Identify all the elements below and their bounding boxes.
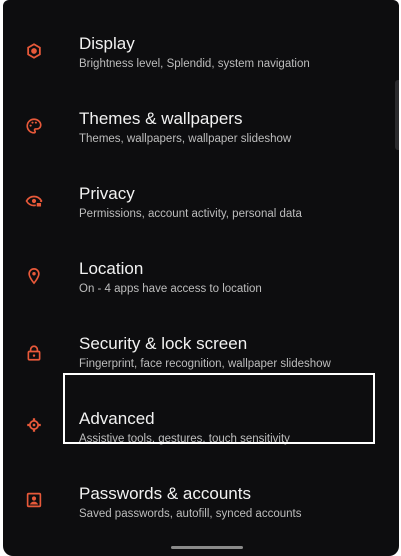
settings-item-title: Privacy [79,184,135,203]
lock-icon [24,343,44,363]
settings-item-display[interactable]: Display Brightness level, Splendid, syst… [3,33,399,108]
palette-icon [24,116,44,136]
location-pin-icon [24,266,44,286]
settings-item-advanced[interactable]: Advanced Assistive tools, gestures, touc… [3,408,399,483]
edge-scroll-tab[interactable] [395,80,399,150]
display-gear-icon [24,41,44,61]
settings-item-security-lock-screen[interactable]: Security & lock screen Fingerprint, face… [3,333,399,408]
settings-item-subtitle: Permissions, account activity, personal … [79,208,302,220]
settings-item-title: Security & lock screen [79,334,248,353]
settings-item-title: Passwords & accounts [79,484,251,503]
gear-icon [24,415,44,435]
settings-item-location[interactable]: Location On - 4 apps have access to loca… [3,258,399,333]
settings-item-subtitle: Assistive tools, gestures, touch sensiti… [79,433,290,445]
settings-item-subtitle: Saved passwords, autofill, synced accoun… [79,508,302,520]
settings-item-title: Themes & wallpapers [79,109,243,128]
settings-item-themes-wallpapers[interactable]: Themes & wallpapers Themes, wallpapers, … [3,108,399,183]
settings-item-privacy[interactable]: Privacy Permissions, account activity, p… [3,183,399,258]
settings-item-subtitle: On - 4 apps have access to location [79,283,262,295]
eye-lock-icon [24,191,44,211]
settings-item-title: Display [79,34,135,53]
settings-item-subtitle: Brightness level, Splendid, system navig… [79,58,310,70]
settings-item-subtitle: Fingerprint, face recognition, wallpaper… [79,358,331,370]
gesture-home-bar[interactable] [171,546,243,549]
settings-item-title: Advanced [79,409,155,428]
account-box-icon [24,490,44,510]
settings-item-title: Location [79,259,144,278]
settings-item-subtitle: Themes, wallpapers, wallpaper slideshow [79,133,292,145]
settings-screen: Display Brightness level, Splendid, syst… [3,0,399,556]
